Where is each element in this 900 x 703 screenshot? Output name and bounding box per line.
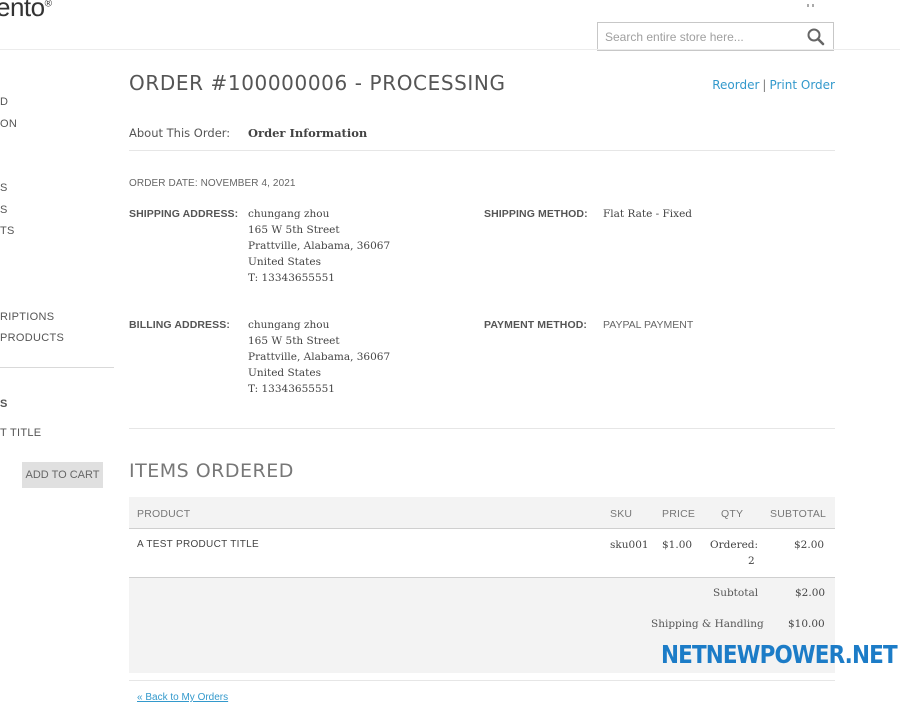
header-divider	[0, 49, 900, 50]
subtotal-value: $2.00	[795, 587, 826, 599]
shipping-handling-value: $10.00	[788, 618, 825, 630]
reorder-link[interactable]: Reorder	[712, 78, 759, 92]
order-actions: Reorder | Print Order	[712, 78, 835, 92]
address-phone: T: 13343655551	[248, 272, 335, 284]
col-subtotal-header: SUBTOTAL	[770, 508, 827, 520]
recent-product-link[interactable]: T TITLE	[0, 427, 41, 439]
sidebar-item-subscriptions[interactable]: RIPTIONS	[0, 311, 54, 323]
address-line: United States	[248, 256, 321, 268]
billing-address-label: BILLING ADDRESS:	[129, 319, 230, 331]
row-price: $1.00	[662, 539, 693, 551]
add-to-cart-button[interactable]: ADD TO CART	[22, 462, 103, 488]
shipping-handling-label: Shipping & Handling	[651, 618, 764, 630]
row-sku: sku001	[610, 539, 649, 551]
col-sku-header: SKU	[610, 508, 633, 520]
subtotal-label: Subtotal	[713, 587, 759, 599]
sidebar-item-5[interactable]: TS	[0, 225, 15, 237]
logo-mark: ®	[44, 0, 52, 10]
items-ordered-title: ITEMS ORDERED	[129, 460, 294, 482]
about-order-value: Order Information	[248, 126, 368, 140]
address-line: 165 W 5th Street	[248, 335, 340, 347]
row-subtotal: $2.00	[794, 539, 825, 551]
address-line: 165 W 5th Street	[248, 224, 340, 236]
shipping-method-value: Flat Rate - Fixed	[603, 208, 693, 220]
payment-method-value: PAYPAL PAYMENT	[603, 319, 694, 331]
print-order-link[interactable]: Print Order	[769, 78, 835, 92]
search-input[interactable]	[598, 29, 805, 44]
address-line: Prattville, Alabama, 36067	[248, 351, 391, 363]
payment-method-label: PAYMENT METHOD:	[484, 319, 588, 331]
shipping-address-label: SHIPPING ADDRESS:	[129, 208, 239, 220]
address-line: Prattville, Alabama, 36067	[248, 240, 391, 252]
shipping-method-label: SHIPPING METHOD:	[484, 208, 588, 220]
sidebar-item-1[interactable]: D	[0, 96, 8, 108]
search-icon[interactable]	[805, 26, 827, 48]
col-price-header: PRICE	[662, 508, 696, 520]
shipping-address: chungang zhou 165 W 5th Street Prattvill…	[248, 206, 390, 286]
col-qty-header: QTY	[721, 508, 744, 520]
sidebar-item-products[interactable]: PRODUCTS	[0, 332, 64, 344]
address-line: United States	[248, 367, 321, 379]
watermark: NETNEWPOWER.NET	[661, 640, 898, 669]
divider	[129, 428, 835, 429]
col-product-header: PRODUCT	[137, 508, 191, 520]
address-phone: T: 13343655551	[248, 383, 335, 395]
back-to-orders-link[interactable]: « Back to My Orders	[137, 692, 228, 703]
store-logo[interactable]: ento®	[0, 0, 52, 23]
divider	[129, 150, 835, 151]
row-qty-value: 2	[748, 555, 755, 567]
address-line: chungang zhou	[248, 319, 330, 331]
sidebar-item-3[interactable]: S	[0, 182, 8, 194]
sidebar-item-4[interactable]: S	[0, 204, 8, 216]
address-line: chungang zhou	[248, 208, 330, 220]
row-qty-label: Ordered:	[710, 539, 759, 551]
action-separator: |	[762, 78, 767, 92]
logo-text: ento	[0, 0, 45, 22]
page-title: ORDER #100000006 - PROCESSING	[129, 71, 506, 95]
sidebar-divider	[0, 367, 114, 368]
billing-address: chungang zhou 165 W 5th Street Prattvill…	[248, 317, 390, 397]
search-box	[597, 22, 834, 51]
divider	[129, 680, 835, 681]
order-date: ORDER DATE: NOVEMBER 4, 2021	[129, 178, 296, 189]
about-order-label: About This Order:	[129, 126, 231, 140]
sidebar-item-2[interactable]: ON	[0, 118, 17, 130]
recent-heading: S	[0, 398, 8, 410]
row-product-name: A TEST PRODUCT TITLE	[137, 539, 259, 550]
